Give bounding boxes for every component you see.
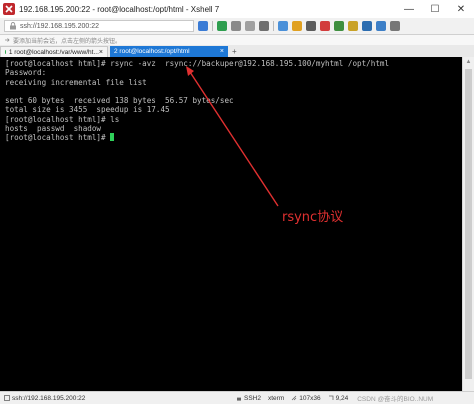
annotation-label: rsync协议: [282, 210, 344, 225]
toolbar-separator: [273, 21, 274, 31]
network-icon: [4, 395, 10, 401]
arrow-right-icon[interactable]: [198, 21, 208, 31]
status-size: 107x36: [291, 394, 321, 402]
globe-icon[interactable]: [278, 21, 288, 31]
terminal-prompt-line: [root@localhost html]#: [5, 133, 462, 142]
xshell-app-icon: [3, 3, 15, 15]
transfer-icon[interactable]: [320, 21, 330, 31]
terminal-line: Password:: [5, 68, 47, 78]
toolbar-separator: [212, 21, 213, 31]
paste-icon[interactable]: [245, 21, 255, 31]
status-dot-icon: [5, 50, 6, 54]
toolbar: ssh://192.168.195.200:22: [0, 18, 474, 35]
close-button[interactable]: ✕: [448, 0, 474, 18]
cursor-position-icon: [328, 395, 333, 400]
help-icon[interactable]: [376, 21, 386, 31]
lock-icon: [237, 397, 241, 401]
status-host-text: ssh://192.168.195.200:22: [12, 394, 86, 402]
status-size-text: 107x36: [299, 394, 321, 402]
status-position-text: 9,24: [335, 394, 349, 402]
watermark-text: CSDN @奋斗的BIO..NUM: [357, 396, 434, 403]
maximize-button[interactable]: ☐: [422, 0, 448, 18]
terminal-line: hosts passwd shadow: [5, 124, 102, 134]
copy-icon[interactable]: [231, 21, 241, 31]
lock-session-icon[interactable]: [348, 21, 358, 31]
status-bar: ssh://192.168.195.200:22 SSH2 xterm 107x…: [0, 391, 474, 404]
hint-text: 要添加当前会话，点击左侧的箭头按钮。: [13, 38, 122, 45]
lock-icon: [10, 22, 16, 30]
scroll-up-icon[interactable]: ▲: [463, 57, 474, 67]
address-bar[interactable]: ssh://192.168.195.200:22: [4, 20, 194, 32]
resize-icon: [291, 395, 297, 401]
status-protocol-text: SSH2: [244, 394, 261, 402]
terminal-line: sent 60 bytes received 138 bytes 56.57 b…: [5, 96, 234, 106]
status-host: ssh://192.168.195.200:22: [4, 395, 236, 402]
arrow-hint-icon: [5, 38, 10, 42]
terminal-line: total size is 3455 speedup is 17.45: [5, 105, 170, 115]
keyboard-icon[interactable]: [334, 21, 344, 31]
settings-icon[interactable]: [390, 21, 400, 31]
tab-label: 2 root@localhost:/opt/html: [114, 48, 190, 55]
tab-bar: 1 root@localhost:/var/www/ht... × 2 root…: [0, 45, 474, 57]
color-icon[interactable]: [292, 21, 302, 31]
terminal-line: receiving incremental file list: [5, 77, 147, 87]
status-position: 9,24: [328, 394, 349, 402]
address-text: ssh://192.168.195.200:22: [20, 22, 100, 30]
font-icon[interactable]: [306, 21, 316, 31]
new-tab-button[interactable]: +: [232, 46, 242, 57]
tab-session-1[interactable]: 1 root@localhost:/var/www/ht... ×: [0, 46, 108, 57]
terminal-output[interactable]: [root@localhost html]# rsync -avz rsync:…: [0, 57, 462, 391]
search-icon[interactable]: [259, 21, 269, 31]
tab-session-2[interactable]: 2 root@localhost:/opt/html ×: [110, 46, 228, 57]
terminal-line: [root@localhost html]# rsync -avz rsync:…: [5, 59, 390, 68]
status-term-text: xterm: [267, 394, 285, 402]
tab-close-button[interactable]: ×: [220, 48, 224, 55]
fullscreen-icon[interactable]: [362, 21, 372, 31]
terminal-line: [root@localhost html]# ls: [5, 114, 120, 124]
terminal-cursor: [110, 133, 115, 142]
status-term: xterm: [268, 395, 284, 402]
tab-close-button[interactable]: ×: [99, 49, 103, 56]
tab-label: 1 root@localhost:/var/www/ht...: [8, 48, 99, 56]
refresh-icon[interactable]: [217, 21, 227, 31]
window-title: 192.168.195.200:22 - root@localhost:/opt…: [19, 4, 220, 14]
terminal-prompt: [root@localhost html]#: [5, 133, 111, 143]
scroll-thumb[interactable]: [465, 69, 472, 379]
minimize-button[interactable]: —: [396, 0, 422, 18]
status-protocol: SSH2: [236, 395, 261, 402]
title-bar: 192.168.195.200:22 - root@localhost:/opt…: [0, 0, 474, 18]
terminal-scrollbar[interactable]: ▲: [462, 57, 474, 391]
